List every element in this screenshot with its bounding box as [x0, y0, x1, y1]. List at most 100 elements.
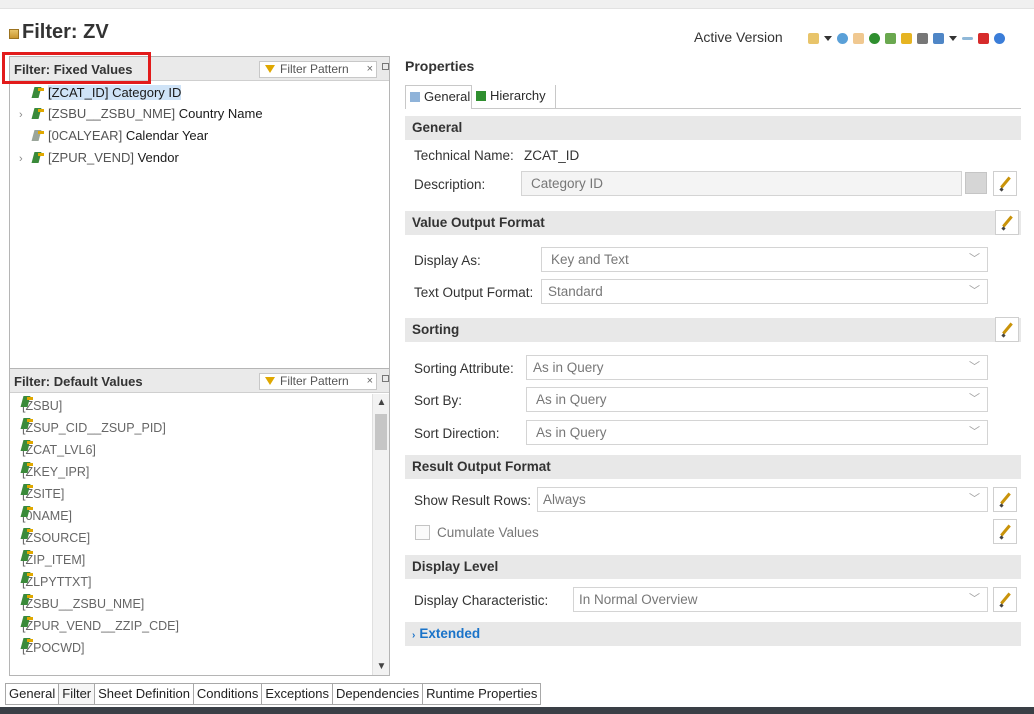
tab-filter[interactable]: Filter — [59, 683, 96, 705]
list-item[interactable]: [ZSBU] — [22, 396, 62, 416]
list-item[interactable]: [ZSUP_CID__ZSUP_PID] — [22, 418, 166, 438]
characteristic-icon — [33, 87, 44, 98]
minimize-icon[interactable] — [382, 63, 389, 70]
list-item[interactable]: [0NAME] — [22, 506, 72, 526]
chevron-down-icon: ﹀ — [969, 393, 980, 405]
edit-description-button[interactable] — [993, 171, 1017, 196]
characteristic-icon — [33, 130, 44, 141]
tab-runtime-properties[interactable]: Runtime Properties — [423, 683, 542, 705]
close-icon[interactable] — [978, 32, 989, 44]
tree-item[interactable]: [ZCAT_ID] Category ID — [19, 83, 182, 103]
cumulate-values-checkbox[interactable] — [415, 525, 430, 540]
edit-display-characteristic-button[interactable] — [993, 587, 1017, 612]
display-characteristic-label: Display Characteristic: — [414, 593, 549, 608]
database-icon[interactable] — [901, 32, 912, 44]
default-values-title: Filter: Default Values — [14, 374, 143, 389]
dropdown-arrow-icon[interactable] — [949, 35, 957, 41]
chevron-right-icon[interactable]: › — [19, 149, 33, 169]
sort-by-label: Sort By: — [414, 393, 463, 408]
page-title: Filter: ZV — [22, 21, 109, 43]
editor-bottom-tabs: General Filter Sheet Definition Conditio… — [5, 683, 542, 705]
description-field[interactable]: Category ID — [521, 171, 962, 196]
chevron-down-icon: ﹀ — [969, 493, 980, 505]
edit-cumulate-button[interactable] — [993, 519, 1017, 544]
clear-icon[interactable]: × — [367, 374, 373, 389]
default-filter-pattern-input[interactable]: Filter Pattern × — [259, 373, 377, 390]
help-icon[interactable] — [994, 32, 1005, 44]
section-display-level: Display Level — [405, 555, 1021, 579]
chevron-down-icon: ﹀ — [969, 253, 980, 265]
section-value-output-format: Value Output Format — [405, 211, 1021, 235]
document-icon[interactable] — [853, 32, 864, 44]
display-characteristic-select[interactable]: In Normal Overview ﹀ — [573, 587, 988, 612]
toolbar — [808, 30, 1005, 46]
chevron-right-icon[interactable]: › — [19, 105, 33, 125]
globe-icon[interactable] — [869, 32, 880, 44]
translate-button[interactable] — [965, 172, 987, 194]
chevron-down-icon: ﹀ — [969, 426, 980, 438]
sort-direction-select[interactable]: As in Query ﹀ — [526, 420, 988, 445]
tree-item[interactable]: › [ZSBU__ZSBU_NME] Country Name — [19, 104, 263, 124]
technical-name-label: Technical Name: — [414, 148, 514, 163]
tab-sheet-definition[interactable]: Sheet Definition — [95, 683, 194, 705]
properties-title: Properties — [405, 58, 475, 74]
sorting-attribute-select[interactable]: As in Query ﹀ — [526, 355, 988, 380]
text-output-format-label: Text Output Format: — [414, 285, 534, 300]
sort-by-select[interactable]: As in Query ﹀ — [526, 387, 988, 412]
list-item[interactable]: [ZIP_ITEM] — [22, 550, 85, 570]
list-item[interactable]: [ZSBU__ZSBU_NME] — [22, 594, 144, 614]
list-item[interactable]: [ZSITE] — [22, 484, 64, 504]
display-as-label: Display As: — [414, 253, 481, 268]
tab-general[interactable]: General — [405, 85, 472, 109]
funnel-icon — [265, 377, 275, 385]
list-item[interactable]: [ZSOURCE] — [22, 528, 90, 548]
refresh-icon[interactable] — [837, 32, 848, 44]
activate-icon[interactable] — [808, 32, 819, 44]
minimize-icon[interactable] — [382, 375, 389, 382]
section-sorting: Sorting — [405, 318, 1021, 342]
list-item[interactable]: [ZLPYTTXT] — [22, 572, 91, 592]
clear-icon[interactable]: × — [367, 62, 373, 77]
link-icon[interactable] — [933, 32, 944, 44]
characteristic-icon — [33, 108, 44, 119]
display-as-select[interactable]: Key and Text ﹀ — [541, 247, 988, 272]
cumulate-values-label: Cumulate Values — [437, 525, 539, 540]
edit-result-rows-button[interactable] — [993, 487, 1017, 512]
text-output-format-select[interactable]: Standard ﹀ — [541, 279, 988, 304]
list-item[interactable]: [ZPOCWD] — [22, 638, 85, 658]
tab-conditions[interactable]: Conditions — [193, 683, 263, 705]
chevron-down-icon: ﹀ — [969, 285, 980, 297]
fixed-filter-pattern-input[interactable]: Filter Pattern × — [259, 61, 377, 78]
tab-general-bottom[interactable]: General — [5, 683, 60, 705]
tree-item[interactable]: [0CALYEAR] Calendar Year — [19, 126, 208, 146]
tree-item[interactable]: › [ZPUR_VEND] Vendor — [19, 148, 179, 168]
default-values-list: [ZSBU] [ZSUP_CID__ZSUP_PID] [ZCAT_LVL6] … — [10, 394, 389, 675]
hierarchy-icon[interactable] — [917, 32, 928, 44]
scroll-thumb[interactable] — [375, 414, 387, 450]
show-result-rows-label: Show Result Rows: — [414, 493, 532, 508]
filter-editor-icon — [9, 29, 19, 39]
list-scrollbar[interactable]: ▲ ▼ — [372, 394, 389, 675]
edit-sorting-button[interactable] — [995, 317, 1019, 342]
list-item[interactable]: [ZKEY_IPR] — [22, 462, 89, 482]
tools-icon[interactable] — [885, 32, 896, 44]
tab-exceptions[interactable]: Exceptions — [262, 683, 333, 705]
dropdown-arrow-icon[interactable] — [824, 35, 832, 41]
technical-name-value: ZCAT_ID — [524, 148, 580, 163]
window-top-strip — [0, 0, 1034, 9]
characteristic-icon — [33, 152, 44, 163]
general-tab-icon — [410, 92, 420, 102]
tab-dependencies[interactable]: Dependencies — [332, 683, 424, 705]
edit-value-output-button[interactable] — [995, 210, 1019, 235]
section-general: General — [405, 116, 1021, 140]
scroll-down-icon[interactable]: ▼ — [373, 658, 390, 675]
default-values-header: Filter: Default Values Filter Pattern × — [10, 369, 389, 393]
tab-hierarchy[interactable]: Hierarchy — [472, 85, 556, 109]
minimize-icon[interactable] — [962, 36, 973, 40]
section-extended[interactable]: › Extended — [405, 622, 1021, 646]
show-result-rows-select[interactable]: Always ﹀ — [537, 487, 988, 512]
scroll-up-icon[interactable]: ▲ — [373, 394, 390, 411]
list-item[interactable]: [ZPUR_VEND__ZZIP_CDE] — [22, 616, 179, 636]
default-values-panel: Filter: Default Values Filter Pattern × … — [9, 368, 390, 676]
list-item[interactable]: [ZCAT_LVL6] — [22, 440, 96, 460]
